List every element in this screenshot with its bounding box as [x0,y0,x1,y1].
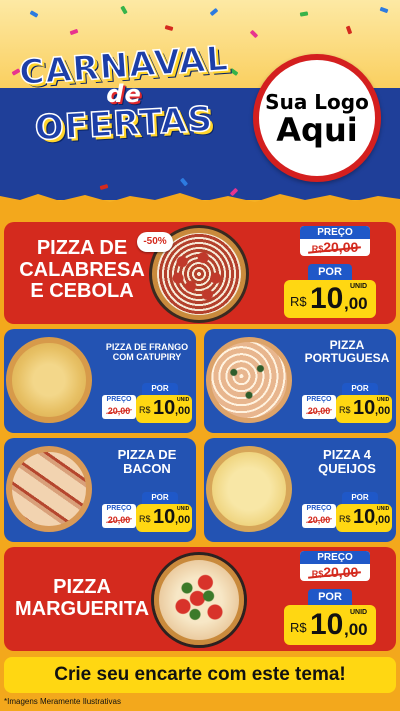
logo-placeholder: Sua Logo Aqui [253,54,381,182]
price-integer: 10 [353,506,376,528]
pizza-image [6,337,92,423]
preco-label: PREÇO [300,226,370,239]
product-name: PIZZA 4 QUEIJOS [318,447,376,477]
disclaimer-text: *Imagens Meramente Ilustrativas [4,697,121,706]
price-currency: R$ [339,514,351,524]
product-name: PIZZA PORTUGUESA [304,338,390,366]
product-card-bacon[interactable]: PIZZA DE BACON POR PREÇO 20,00 R$ 10 ,00… [4,438,196,542]
old-price: R$20,00 [300,239,370,256]
preco-label: PREÇO [106,505,132,512]
price-decimal: ,00 [344,620,368,639]
pizza-image [206,446,292,532]
old-price-currency: R$ [311,569,324,579]
price-unit: UNID [350,283,368,290]
product-name: PIZZA DE CALABRESA E CEBOLA [19,237,145,303]
old-price-tag: PREÇO R$20,00 [300,226,370,256]
preco-label: PREÇO [106,396,132,403]
torn-paper-edge [0,193,400,205]
confetti [29,10,39,18]
confetti [379,6,389,14]
price-integer: 10 [353,397,376,419]
preco-label: PREÇO [306,396,332,403]
price-unit: UNID [177,506,190,512]
price-currency: R$ [139,514,151,524]
product-name: PIZZA MARGUERITA [14,576,150,620]
por-label: POR [342,492,378,504]
por-label: POR [308,589,352,605]
pizza-image [6,446,92,532]
por-label: POR [308,264,352,280]
old-price-value: 20,00 [323,239,359,255]
confetti [345,25,353,35]
product-card-portuguesa[interactable]: PIZZA PORTUGUESA POR PREÇO 20,00 R$ 10 ,… [204,329,396,433]
logo-text-line2: Aqui [276,111,358,149]
old-price: R$20,00 [300,564,370,581]
pizza-image [154,555,244,645]
price-decimal: ,00 [375,514,391,526]
confetti [164,25,174,31]
confetti [249,29,259,39]
price-tag: R$ 10 ,00 UNID [336,395,392,423]
cta-banner[interactable]: Crie seu encarte com este tema! [4,657,396,693]
price-integer: 10 [310,282,344,315]
price-currency: R$ [290,620,307,635]
old-price: 20,00 [302,405,336,417]
confetti [120,5,128,15]
product-name: PIZZA DE FRANGO COM CATUPIRY [105,342,189,362]
price-tag: R$ 10 ,00 UNID [336,504,392,532]
price-decimal: ,00 [175,514,191,526]
price-decimal: ,00 [175,405,191,417]
product-card-queijos[interactable]: PIZZA 4 QUEIJOS POR PREÇO 20,00 R$ 10 ,0… [204,438,396,542]
price-decimal: ,00 [344,294,368,313]
product-card-frango[interactable]: PIZZA DE FRANGO COM CATUPIRY POR PREÇO 2… [4,329,196,433]
preco-label: PREÇO [306,505,332,512]
old-price-tag: PREÇO 20,00 [102,504,136,528]
campaign-title: CARNAVAL de OFERTAS [14,38,234,166]
old-price-value: 20,00 [323,564,359,580]
product-card-marguerita[interactable]: PIZZA MARGUERITA PREÇO R$20,00 POR R$ 10… [4,547,396,651]
product-name: PIZZA DE BACON [117,447,177,477]
price-tag: R$ 10 ,00 UNID [136,395,192,423]
price-unit: UNID [350,609,368,616]
old-price-tag: PREÇO 20,00 [302,395,336,419]
por-label: POR [142,492,178,504]
price-unit: UNID [177,397,190,403]
price-tag: R$ 10 ,00 UNID [284,280,376,318]
old-price: 20,00 [102,405,136,417]
price-currency: R$ [339,405,351,415]
price-currency: R$ [290,294,307,309]
old-price-tag: PREÇO R$20,00 [300,551,370,581]
preco-label: PREÇO [300,551,370,564]
por-label: POR [142,383,178,395]
por-label: POR [342,383,378,395]
price-currency: R$ [139,405,151,415]
price-unit: UNID [377,397,390,403]
old-price: 20,00 [102,514,136,526]
old-price: 20,00 [302,514,336,526]
price-integer: 10 [153,397,176,419]
price-decimal: ,00 [375,405,391,417]
discount-badge: -50% [137,232,173,252]
header-banner: CARNAVAL de OFERTAS Sua Logo Aqui [0,0,400,205]
old-price-tag: PREÇO 20,00 [102,395,136,419]
old-price-currency: R$ [311,244,324,254]
confetti [299,11,309,17]
confetti [69,28,79,36]
product-card-calabresa[interactable]: PIZZA DE CALABRESA E CEBOLA PREÇO R$20,0… [4,222,396,324]
price-integer: 10 [153,506,176,528]
price-unit: UNID [377,506,390,512]
confetti [209,7,219,17]
price-integer: 10 [310,608,344,641]
price-tag: R$ 10 ,00 UNID [284,605,376,645]
pizza-image [206,337,292,423]
old-price-tag: PREÇO 20,00 [302,504,336,528]
price-tag: R$ 10 ,00 UNID [136,504,192,532]
flyer-page: CARNAVAL de OFERTAS Sua Logo Aqui PIZZA … [0,0,400,711]
